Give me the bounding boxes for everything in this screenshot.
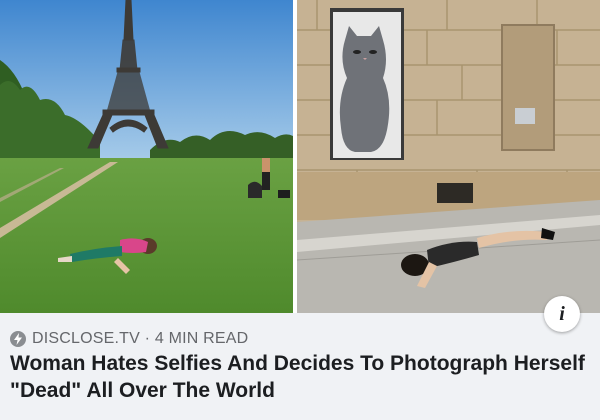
article-meta: DISCLOSE.TV · 4 MIN READ [10,328,248,350]
article-source: DISCLOSE.TV [32,330,141,347]
article-source-line: DISCLOSE.TV · 4 MIN READ [32,330,248,348]
article-read-time: 4 MIN READ [154,330,249,347]
lightning-bolt-icon [10,331,26,347]
stone-wall-photo [297,0,600,313]
eiffel-tower-photo [0,0,293,313]
article-headline[interactable]: Woman Hates Selfies And Decides To Photo… [10,350,590,404]
article-image[interactable]: i [0,0,600,332]
info-icon: i [559,302,565,325]
info-button[interactable]: i [544,296,580,332]
meta-separator: · [144,330,151,347]
link-preview-card[interactable]: i DISCLOSE.TV · 4 MIN READ Woman Hates S… [0,0,600,420]
